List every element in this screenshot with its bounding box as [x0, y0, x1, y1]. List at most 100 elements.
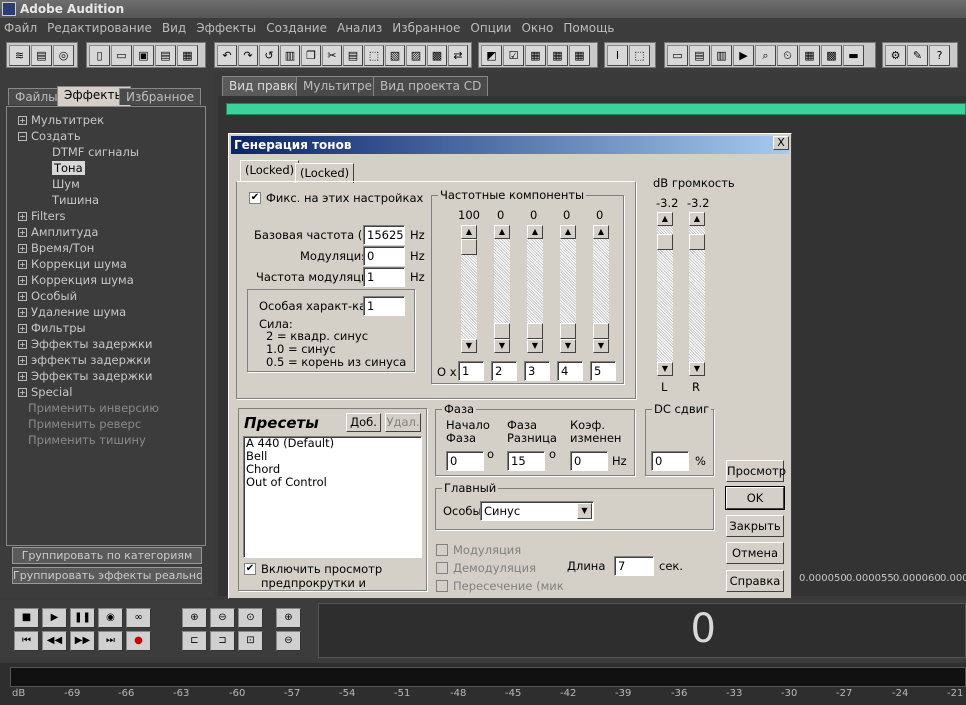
tree-item[interactable]: +Эффекты задержки: [18, 368, 152, 384]
zoom-full-icon[interactable]: ⊙: [238, 608, 263, 628]
zoom-window-icon[interactable]: ⌕: [755, 45, 776, 66]
edit-view-icon[interactable]: ≋: [9, 45, 30, 66]
preset-item[interactable]: Out of Control: [244, 476, 421, 489]
time-window-icon[interactable]: ⏲: [777, 45, 798, 66]
tree-item[interactable]: +Время/Тон: [18, 240, 94, 256]
paste-new-icon[interactable]: ▧: [385, 45, 405, 66]
help-button[interactable]: Справка: [726, 570, 784, 592]
rewind-icon[interactable]: ◀◀: [42, 631, 67, 651]
modulation-checkbox[interactable]: [436, 544, 448, 556]
multitrack-view-icon[interactable]: ▤: [31, 45, 52, 66]
arrow-up-icon[interactable]: ▲: [527, 225, 543, 239]
repeat-icon[interactable]: ↺: [259, 45, 279, 66]
special-input[interactable]: 1: [363, 296, 405, 316]
tree-item[interactable]: +Удаление шума: [18, 304, 126, 320]
slider-thumb[interactable]: [560, 323, 576, 339]
menu-favorites[interactable]: Избранное: [392, 21, 460, 35]
slider-thumb[interactable]: [527, 323, 543, 339]
menu-effects[interactable]: Эффекты: [196, 21, 256, 35]
tree-item[interactable]: Шум: [52, 176, 80, 192]
check-icon[interactable]: ☑: [503, 45, 524, 66]
cd-view-icon[interactable]: ◎: [53, 45, 74, 66]
pause-icon[interactable]: ❚❚: [70, 608, 95, 628]
zoom-selection-icon[interactable]: ⊡: [238, 631, 263, 651]
zoom-vertical-out-icon[interactable]: ⊖: [276, 631, 301, 651]
wave-type-select[interactable]: Синус ▼: [480, 501, 594, 521]
menu-help[interactable]: Помощь: [563, 21, 614, 35]
expand-icon[interactable]: +: [18, 308, 27, 317]
arrow-down-icon[interactable]: ▼: [494, 339, 510, 353]
menu-view[interactable]: Вид: [162, 21, 186, 35]
open-folder-icon[interactable]: ▭: [111, 45, 132, 66]
edit-pen-icon[interactable]: ✎: [907, 45, 928, 66]
paste-icon[interactable]: ▤: [343, 45, 363, 66]
redo-icon[interactable]: ↷: [238, 45, 258, 66]
crossfade-checkbox[interactable]: [436, 580, 448, 592]
chevron-down-icon[interactable]: ▼: [577, 503, 592, 519]
marquee-icon[interactable]: ⬚: [629, 45, 650, 66]
level-window-icon[interactable]: ▦: [799, 45, 820, 66]
expand-icon[interactable]: +: [18, 388, 27, 397]
tree-item[interactable]: +Эффекты задержки: [18, 336, 152, 352]
zoom-left-icon[interactable]: ⊏: [182, 631, 207, 651]
slider-thumb[interactable]: [461, 239, 477, 255]
play-to-end-icon[interactable]: ◉: [98, 608, 123, 628]
ok-button[interactable]: OK: [726, 487, 784, 509]
zoom-in-icon[interactable]: ⊕: [182, 608, 207, 628]
lock-settings-checkbox[interactable]: ✔: [249, 192, 261, 204]
expand-icon[interactable]: +: [18, 340, 27, 349]
save-as-icon[interactable]: ▤: [155, 45, 176, 66]
harmonic-input-2[interactable]: 2: [491, 361, 517, 381]
preview-button[interactable]: Просмотр: [726, 460, 784, 482]
preroll-preview-checkbox[interactable]: ✔: [244, 563, 256, 575]
tab-locked-2[interactable]: (Locked): [295, 163, 354, 183]
settings-gear-icon[interactable]: ⚙: [885, 45, 906, 66]
crop-icon[interactable]: ▩: [427, 45, 447, 66]
save-all-icon[interactable]: ▦: [177, 45, 198, 66]
grid-icon-b[interactable]: ▦: [547, 45, 568, 66]
convert-icon[interactable]: ⇄: [448, 45, 468, 66]
play-window-icon[interactable]: ▶: [733, 45, 754, 66]
time-select-icon[interactable]: I: [607, 45, 628, 66]
menu-edit[interactable]: Редактирование: [47, 21, 152, 35]
arrow-down-icon[interactable]: ▼: [461, 339, 477, 353]
harmonic-input-5[interactable]: 5: [590, 361, 616, 381]
tree-item[interactable]: +Special: [18, 384, 72, 400]
menu-file[interactable]: Файл: [4, 21, 37, 35]
go-end-icon[interactable]: ⏭: [98, 631, 123, 651]
fast-forward-icon[interactable]: ▶▶: [70, 631, 95, 651]
group-realtime-button[interactable]: Группировать эффекты реального вр: [12, 567, 202, 584]
stop-icon[interactable]: ■: [14, 608, 39, 628]
window-icon-c[interactable]: ▥: [711, 45, 732, 66]
menu-window[interactable]: Окно: [521, 21, 553, 35]
arrow-up-icon[interactable]: ▲: [560, 225, 576, 239]
freq-component-slider[interactable]: ▲▼: [494, 225, 510, 353]
tree-item[interactable]: +Амплитуда: [18, 224, 98, 240]
volume-slider-left[interactable]: ▲ ▼: [657, 212, 673, 376]
tab-favorites[interactable]: Избранное: [119, 88, 201, 105]
tree-item[interactable]: +Особый: [18, 288, 77, 304]
tree-item[interactable]: +эффекты задержки: [18, 352, 151, 368]
cut-icon[interactable]: ✂: [322, 45, 342, 66]
expand-icon[interactable]: +: [18, 212, 27, 221]
phase-diff-input[interactable]: 15: [507, 451, 545, 471]
cancel-button[interactable]: Отмена: [726, 542, 784, 564]
undo-icon[interactable]: ↶: [217, 45, 237, 66]
expand-icon[interactable]: +: [18, 260, 27, 269]
grid-icon-c[interactable]: ▦: [569, 45, 590, 66]
delete-preset-button[interactable]: Удал.: [385, 413, 421, 432]
trim-icon[interactable]: ▨: [406, 45, 426, 66]
expand-icon[interactable]: +: [18, 292, 27, 301]
zoom-right-icon[interactable]: ⊐: [210, 631, 235, 651]
phase-coef-input[interactable]: 0: [570, 451, 608, 471]
add-preset-button[interactable]: Доб.: [346, 413, 381, 432]
waveform-overview[interactable]: [226, 103, 966, 115]
help-icon[interactable]: ?: [929, 45, 950, 66]
mix-paste-icon[interactable]: ⬚: [364, 45, 384, 66]
demodulation-checkbox[interactable]: [436, 562, 448, 574]
expand-icon[interactable]: +: [18, 276, 27, 285]
menu-analyze[interactable]: Анализ: [337, 21, 382, 35]
expand-icon[interactable]: +: [18, 116, 27, 125]
menu-generate[interactable]: Создание: [266, 21, 327, 35]
zoom-out-icon[interactable]: ⊖: [210, 608, 235, 628]
